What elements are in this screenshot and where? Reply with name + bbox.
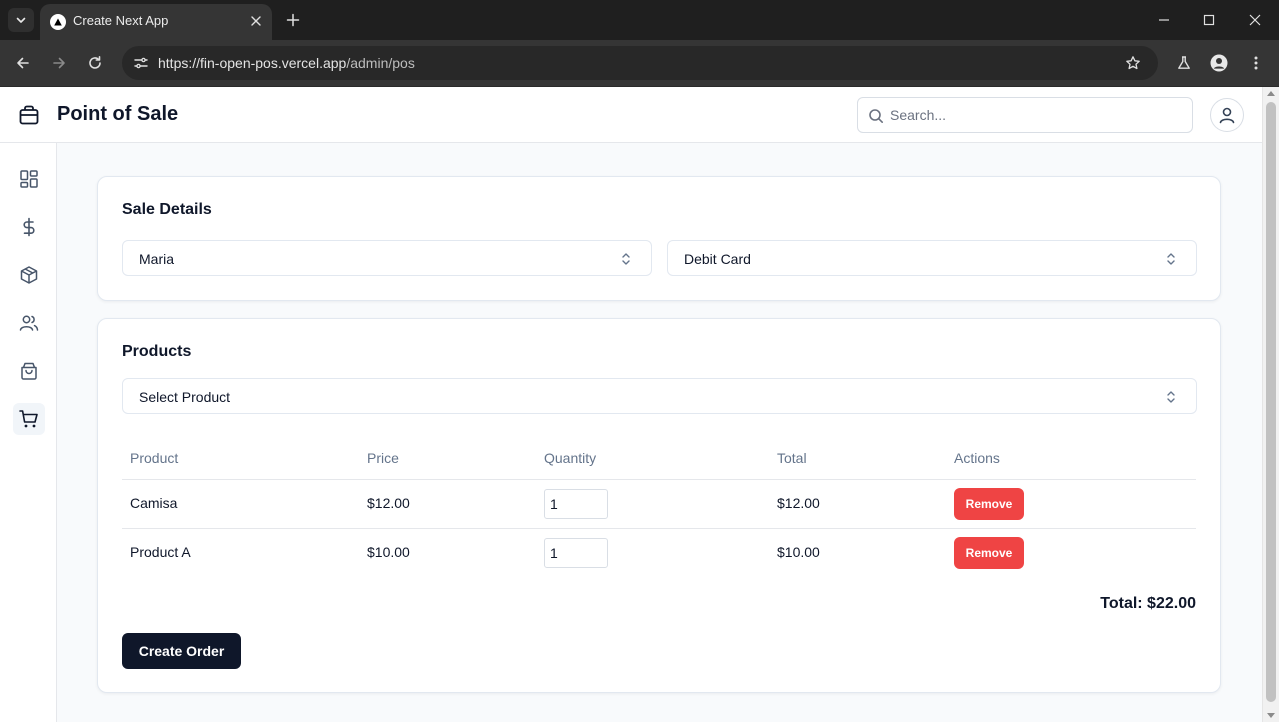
back-arrow-icon[interactable] [11,51,35,75]
order-total: Total: $22.00 [1100,595,1196,612]
chevron-up-down-icon [1164,251,1178,267]
table-divider [122,528,1196,529]
quantity-input[interactable] [544,489,608,519]
sidebar-item-products[interactable] [13,259,45,291]
tab-title: Create Next App [73,13,169,28]
users-icon [19,315,39,331]
customer-select-value: Maria [139,251,175,267]
search-icon [867,107,885,125]
sale-details-card: Sale Details Maria Debit Card [97,176,1221,301]
row-total: $10.00 [777,544,820,560]
product-price: $10.00 [367,544,410,560]
forward-arrow-icon[interactable] [47,51,71,75]
column-header: Actions [954,450,1000,466]
chevron-up-down-icon [1164,389,1178,405]
close-tab-icon[interactable] [247,12,265,30]
sidebar-item-customers[interactable] [13,307,45,339]
column-header: Total [777,450,807,466]
product-name: Product A [130,544,191,560]
minimize-icon[interactable] [1152,8,1176,32]
remove-button[interactable]: Remove [954,488,1024,520]
sidebar-item-pos[interactable] [13,403,45,435]
bookmark-star-icon[interactable] [1122,52,1144,74]
sidebar-item-orders[interactable] [13,355,45,387]
browser-titlebar: Create Next App [0,0,1279,40]
column-header: Quantity [544,450,597,466]
favicon-icon [50,14,66,30]
sidebar-item-dashboard[interactable] [13,163,45,195]
scroll-down-arrow-icon[interactable] [1267,713,1275,718]
product-select-value: Select Product [139,389,231,405]
browser-menu-icon[interactable] [1244,51,1268,75]
sidebar [0,143,57,722]
shopping-bag-icon [21,362,37,380]
table-divider [122,479,1196,480]
close-window-icon[interactable] [1243,8,1267,32]
products-title: Products [122,343,192,360]
payment-method-select[interactable]: Debit Card [667,240,1197,276]
sale-details-title: Sale Details [122,201,212,218]
maximize-icon[interactable] [1197,8,1221,32]
sidebar-item-finance[interactable] [13,211,45,243]
product-name: Camisa [130,495,178,511]
browser-toolbar: https://fin-open-pos.vercel.app/admin/po… [0,40,1279,87]
page-title: Point of Sale [57,103,179,125]
user-menu-button[interactable] [1210,98,1244,132]
url-text: https://fin-open-pos.vercel.app/admin/po… [158,55,415,71]
tab-list-button[interactable] [8,8,34,32]
page-viewport: Point of Sale Sale D [0,87,1262,722]
product-price: $12.00 [367,495,410,511]
address-bar[interactable]: https://fin-open-pos.vercel.app/admin/po… [122,46,1158,80]
chevron-down-icon [16,17,26,23]
products-card: Products Select Product Product Price Qu… [97,318,1221,693]
user-icon [1219,107,1235,124]
quantity-input[interactable] [544,538,608,568]
column-header: Price [367,450,399,466]
browser-tab[interactable]: Create Next App [40,4,272,40]
customer-select[interactable]: Maria [122,240,652,276]
labs-flask-icon[interactable] [1172,51,1196,75]
payment-method-value: Debit Card [684,251,751,267]
package-logo-icon[interactable] [18,104,40,126]
create-order-button[interactable]: Create Order [122,633,241,669]
reload-icon[interactable] [83,51,107,75]
row-total: $12.00 [777,495,820,511]
scroll-up-arrow-icon[interactable] [1267,91,1275,96]
profile-icon[interactable] [1207,51,1231,75]
remove-button[interactable]: Remove [954,537,1024,569]
dollar-icon [23,217,35,237]
column-header: Product [130,450,179,466]
search-input[interactable] [890,98,1186,132]
dashboard-icon [20,170,38,188]
chevron-up-down-icon [619,251,633,267]
site-settings-icon[interactable] [130,52,152,74]
package-icon [20,266,38,284]
scroll-thumb[interactable] [1266,102,1276,702]
app-header: Point of Sale [0,87,1262,143]
new-tab-icon[interactable] [282,9,304,31]
search-box[interactable] [857,97,1193,133]
page-scrollbar[interactable] [1262,87,1279,722]
cart-icon [19,410,38,428]
product-select[interactable]: Select Product [122,378,1197,414]
